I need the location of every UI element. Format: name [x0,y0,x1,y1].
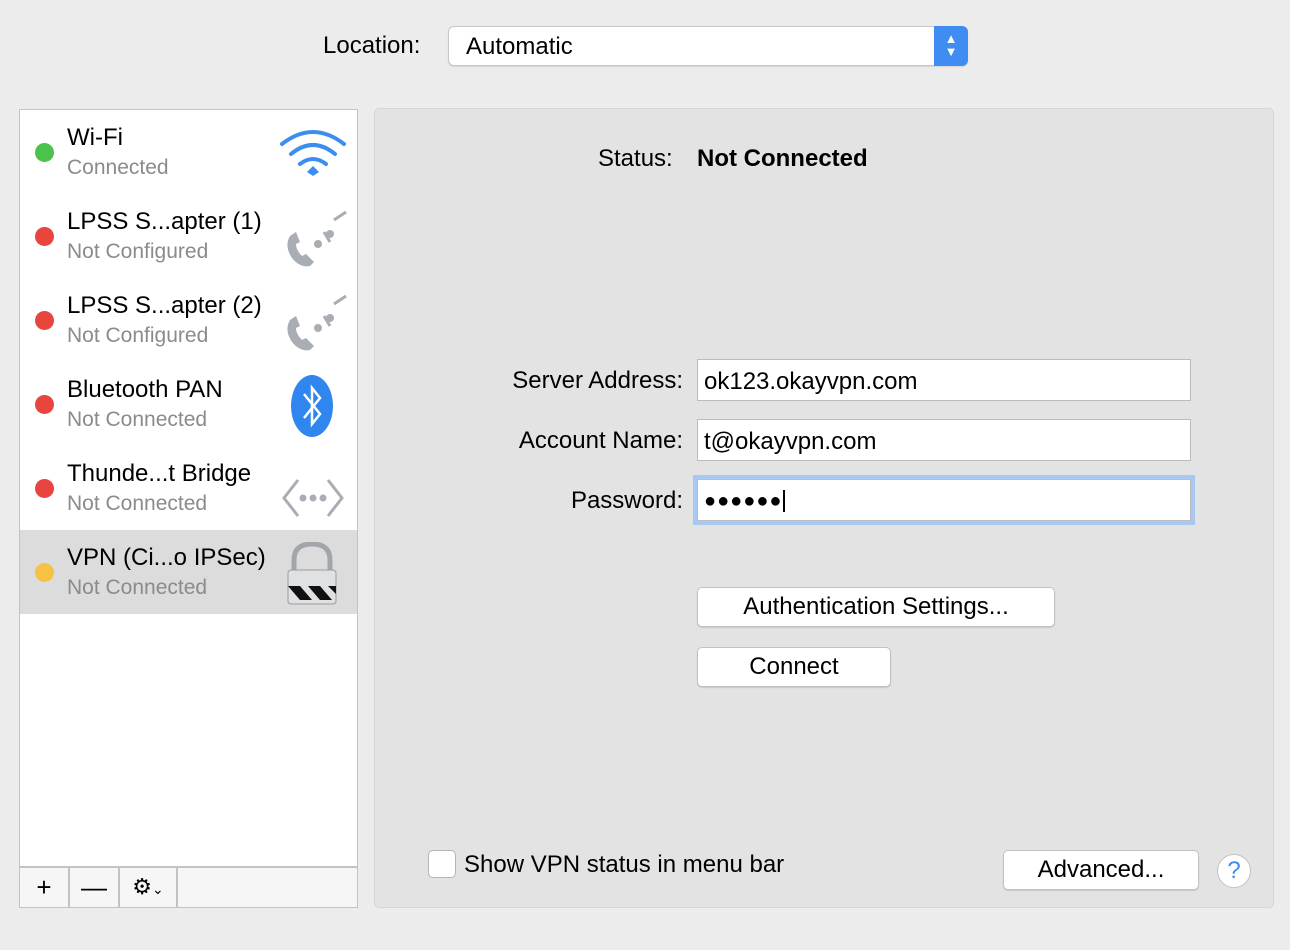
service-item-thunderbolt-bridge[interactable]: Thunde...t Bridge Not Connected [20,446,357,530]
service-status: Not Connected [67,576,208,599]
status-dot [35,479,54,498]
service-name: Wi-Fi [67,124,123,151]
service-status: Not Configured [67,240,209,263]
account-name-input[interactable]: t@okayvpn.com [697,419,1191,461]
advanced-button[interactable]: Advanced... [1003,850,1199,890]
thunderbolt-bridge-icon [282,479,344,517]
status-label: Status: [598,145,673,172]
show-vpn-status-checkbox[interactable] [428,850,456,878]
authentication-settings-button[interactable]: Authentication Settings... [697,587,1055,627]
status-dot [35,311,54,330]
add-service-button[interactable]: + [20,868,70,907]
service-item-bluetooth-pan[interactable]: Bluetooth PAN Not Connected [20,362,357,446]
remove-service-button[interactable]: — [70,868,120,907]
location-select[interactable]: Automatic ▲ ▼ [448,26,968,66]
service-status: Connected [67,156,169,179]
list-toolbar: + — ⚙⌄ [20,866,357,907]
status-value: Not Connected [697,145,868,172]
gear-icon: ⚙ [132,874,152,899]
server-address-input[interactable]: ok123.okayvpn.com [697,359,1191,401]
bluetooth-icon [291,375,333,437]
phone-modem-icon [287,294,347,351]
service-item-vpn[interactable]: VPN (Ci...o IPSec) Not Connected [20,530,357,614]
show-vpn-status-label: Show VPN status in menu bar [464,851,785,878]
service-name: LPSS S...apter (1) [67,208,262,235]
help-button[interactable]: ? [1217,854,1251,888]
action-menu-button[interactable]: ⚙⌄ [120,868,178,907]
chevron-down-icon: ⌄ [152,881,164,897]
account-name-label: Account Name: [518,427,683,454]
password-input[interactable]: ●●●●●● [697,479,1191,521]
server-address-label: Server Address: [512,367,683,394]
location-label: Location: [323,32,421,59]
wifi-icon [280,130,346,176]
location-value: Automatic [466,33,573,60]
service-name: LPSS S...apter (2) [67,292,262,319]
connect-button[interactable]: Connect [697,647,891,687]
status-dot [35,395,54,414]
vpn-lock-icon [287,542,337,605]
service-item-lpss-2[interactable]: LPSS S...apter (2) Not Configured [20,278,357,362]
service-list: Wi-Fi Connected LPSS S...apter (1) Not C… [19,109,358,908]
service-name: VPN (Ci...o IPSec) [67,544,266,571]
phone-modem-icon [287,210,347,267]
status-dot [35,143,54,162]
service-status: Not Connected [67,492,208,515]
service-status: Not Connected [67,408,208,431]
service-name: Bluetooth PAN [67,376,223,403]
status-dot [35,563,54,582]
service-item-wifi[interactable]: Wi-Fi Connected [20,110,357,194]
service-status: Not Configured [67,324,209,347]
status-dot [35,227,54,246]
password-label: Password: [570,487,683,514]
chevron-updown-icon: ▲ ▼ [934,26,968,66]
service-item-lpss-1[interactable]: LPSS S...apter (1) Not Configured [20,194,357,278]
service-name: Thunde...t Bridge [67,460,252,487]
password-value: ●●●●●● [704,490,783,512]
